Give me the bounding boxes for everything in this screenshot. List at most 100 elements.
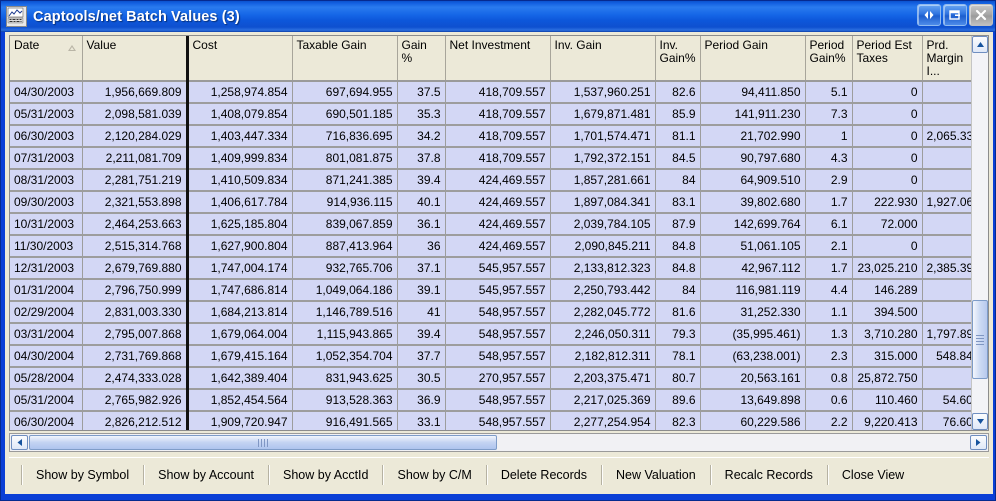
- cell-inv_gain_pct[interactable]: 84: [655, 169, 700, 191]
- cell-prd_margin[interactable]: 1,927.060: [922, 191, 972, 213]
- cell-date[interactable]: 11/30/2003: [10, 235, 82, 257]
- cell-net_inv[interactable]: 548,957.557: [445, 301, 550, 323]
- cell-period_est_taxes[interactable]: 9,220.413: [852, 411, 922, 430]
- cell-period_gain_pct[interactable]: 2.2: [805, 411, 852, 430]
- table-row[interactable]: 05/28/20042,474,333.0281,642,389.404831,…: [10, 367, 972, 389]
- cell-gain_pct[interactable]: 36.1: [397, 213, 445, 235]
- cell-date[interactable]: 02/29/2004: [10, 301, 82, 323]
- cell-value[interactable]: 2,796,750.999: [82, 279, 187, 301]
- column-header-cost[interactable]: Cost: [187, 36, 292, 81]
- cell-cost[interactable]: 1,684,213.814: [187, 301, 292, 323]
- cell-period_gain_pct[interactable]: 2.3: [805, 345, 852, 367]
- column-header-period-est-taxes[interactable]: Period Est Taxes: [852, 36, 922, 81]
- cell-inv_gain_pct[interactable]: 80.7: [655, 367, 700, 389]
- cell-period_gain_pct[interactable]: 4.3: [805, 147, 852, 169]
- cell-period_gain[interactable]: 94,411.850: [700, 81, 805, 103]
- table-row[interactable]: 06/30/20042,826,212.5121,909,720.947916,…: [10, 411, 972, 430]
- cell-inv_gain[interactable]: 2,217,025.369: [550, 389, 655, 411]
- action-button-show-by-c-m[interactable]: Show by C/M: [383, 464, 485, 486]
- cell-net_inv[interactable]: 424,469.557: [445, 213, 550, 235]
- cell-cost[interactable]: 1,625,185.804: [187, 213, 292, 235]
- cell-period_est_taxes[interactable]: 0: [852, 169, 922, 191]
- action-button-new-valuation[interactable]: New Valuation: [602, 464, 710, 486]
- cell-period_gain[interactable]: 116,981.119: [700, 279, 805, 301]
- cell-prd_margin[interactable]: 548.840: [922, 345, 972, 367]
- cell-period_gain_pct[interactable]: 0.6: [805, 389, 852, 411]
- cell-inv_gain_pct[interactable]: 78.1: [655, 345, 700, 367]
- scroll-left-button[interactable]: [11, 435, 28, 450]
- column-header-period-gain[interactable]: Period Gain: [700, 36, 805, 81]
- table-row[interactable]: 10/31/20032,464,253.6631,625,185.804839,…: [10, 213, 972, 235]
- cell-period_est_taxes[interactable]: 0: [852, 81, 922, 103]
- cell-inv_gain_pct[interactable]: 84: [655, 279, 700, 301]
- vertical-scrollbar[interactable]: [971, 36, 988, 430]
- cell-date[interactable]: 05/28/2004: [10, 367, 82, 389]
- column-header-gain-pct[interactable]: Gain %: [397, 36, 445, 81]
- cell-period_gain_pct[interactable]: 2.1: [805, 235, 852, 257]
- cell-net_inv[interactable]: 424,469.557: [445, 235, 550, 257]
- action-button-close-view[interactable]: Close View: [828, 464, 918, 486]
- cell-cost[interactable]: 1,408,079.854: [187, 103, 292, 125]
- cell-gain_pct[interactable]: 35.3: [397, 103, 445, 125]
- cell-net_inv[interactable]: 418,709.557: [445, 125, 550, 147]
- cell-period_gain_pct[interactable]: 6.1: [805, 213, 852, 235]
- cell-value[interactable]: 2,098,581.039: [82, 103, 187, 125]
- cell-date[interactable]: 04/30/2003: [10, 81, 82, 103]
- column-header-net-investment[interactable]: Net Investment: [445, 36, 550, 81]
- cell-value[interactable]: 2,679,769.880: [82, 257, 187, 279]
- restore-window-button[interactable]: [917, 4, 941, 26]
- cell-cost[interactable]: 1,410,509.834: [187, 169, 292, 191]
- table-row[interactable]: 08/31/20032,281,751.2191,410,509.834871,…: [10, 169, 972, 191]
- cell-inv_gain[interactable]: 2,250,793.442: [550, 279, 655, 301]
- cell-value[interactable]: 2,515,314.768: [82, 235, 187, 257]
- cell-inv_gain_pct[interactable]: 82.6: [655, 81, 700, 103]
- cell-value[interactable]: 2,765,982.926: [82, 389, 187, 411]
- cell-prd_margin[interactable]: 0: [922, 367, 972, 389]
- cell-date[interactable]: 05/31/2003: [10, 103, 82, 125]
- cell-gain_pct[interactable]: 30.5: [397, 367, 445, 389]
- cell-taxable_gain[interactable]: 839,067.859: [292, 213, 397, 235]
- cell-cost[interactable]: 1,642,389.404: [187, 367, 292, 389]
- column-header-value[interactable]: Value: [82, 36, 187, 81]
- cell-period_gain_pct[interactable]: 1.7: [805, 191, 852, 213]
- column-header-date[interactable]: Date: [10, 36, 82, 81]
- cell-net_inv[interactable]: 424,469.557: [445, 191, 550, 213]
- table-row[interactable]: 04/30/20042,731,769.8681,679,415.1641,05…: [10, 345, 972, 367]
- cell-gain_pct[interactable]: 34.2: [397, 125, 445, 147]
- cell-value[interactable]: 2,120,284.029: [82, 125, 187, 147]
- cell-gain_pct[interactable]: 37.5: [397, 81, 445, 103]
- cell-taxable_gain[interactable]: 871,241.385: [292, 169, 397, 191]
- cell-period_est_taxes[interactable]: 315.000: [852, 345, 922, 367]
- cell-inv_gain[interactable]: 2,182,812.311: [550, 345, 655, 367]
- table-row[interactable]: 06/30/20032,120,284.0291,403,447.334716,…: [10, 125, 972, 147]
- cell-taxable_gain[interactable]: 831,943.625: [292, 367, 397, 389]
- cell-cost[interactable]: 1,679,415.164: [187, 345, 292, 367]
- cell-value[interactable]: 2,474,333.028: [82, 367, 187, 389]
- cell-value[interactable]: 1,956,669.809: [82, 81, 187, 103]
- action-button-show-by-account[interactable]: Show by Account: [144, 464, 268, 486]
- cell-period_est_taxes[interactable]: 110.460: [852, 389, 922, 411]
- cell-taxable_gain[interactable]: 690,501.185: [292, 103, 397, 125]
- cell-inv_gain_pct[interactable]: 84.8: [655, 235, 700, 257]
- cell-period_est_taxes[interactable]: 394.500: [852, 301, 922, 323]
- cell-net_inv[interactable]: 418,709.557: [445, 81, 550, 103]
- cell-period_gain[interactable]: 31,252.330: [700, 301, 805, 323]
- table-row[interactable]: 03/31/20042,795,007.8681,679,064.0041,11…: [10, 323, 972, 345]
- cell-period_est_taxes[interactable]: 25,872.750: [852, 367, 922, 389]
- cell-taxable_gain[interactable]: 916,491.565: [292, 411, 397, 430]
- cell-prd_margin[interactable]: 0: [922, 301, 972, 323]
- cell-net_inv[interactable]: 418,709.557: [445, 147, 550, 169]
- cell-inv_gain[interactable]: 1,679,871.481: [550, 103, 655, 125]
- cell-period_gain_pct[interactable]: 2.9: [805, 169, 852, 191]
- cell-period_gain[interactable]: 60,229.586: [700, 411, 805, 430]
- column-header-inv-gain[interactable]: Inv. Gain: [550, 36, 655, 81]
- cell-period_est_taxes[interactable]: 146.289: [852, 279, 922, 301]
- cell-period_gain[interactable]: 51,061.105: [700, 235, 805, 257]
- cell-cost[interactable]: 1,909,720.947: [187, 411, 292, 430]
- scroll-down-button[interactable]: [972, 413, 988, 430]
- cell-gain_pct[interactable]: 39.4: [397, 323, 445, 345]
- cell-period_gain[interactable]: 64,909.510: [700, 169, 805, 191]
- close-window-button[interactable]: [969, 4, 993, 26]
- cell-gain_pct[interactable]: 39.1: [397, 279, 445, 301]
- cell-gain_pct[interactable]: 37.7: [397, 345, 445, 367]
